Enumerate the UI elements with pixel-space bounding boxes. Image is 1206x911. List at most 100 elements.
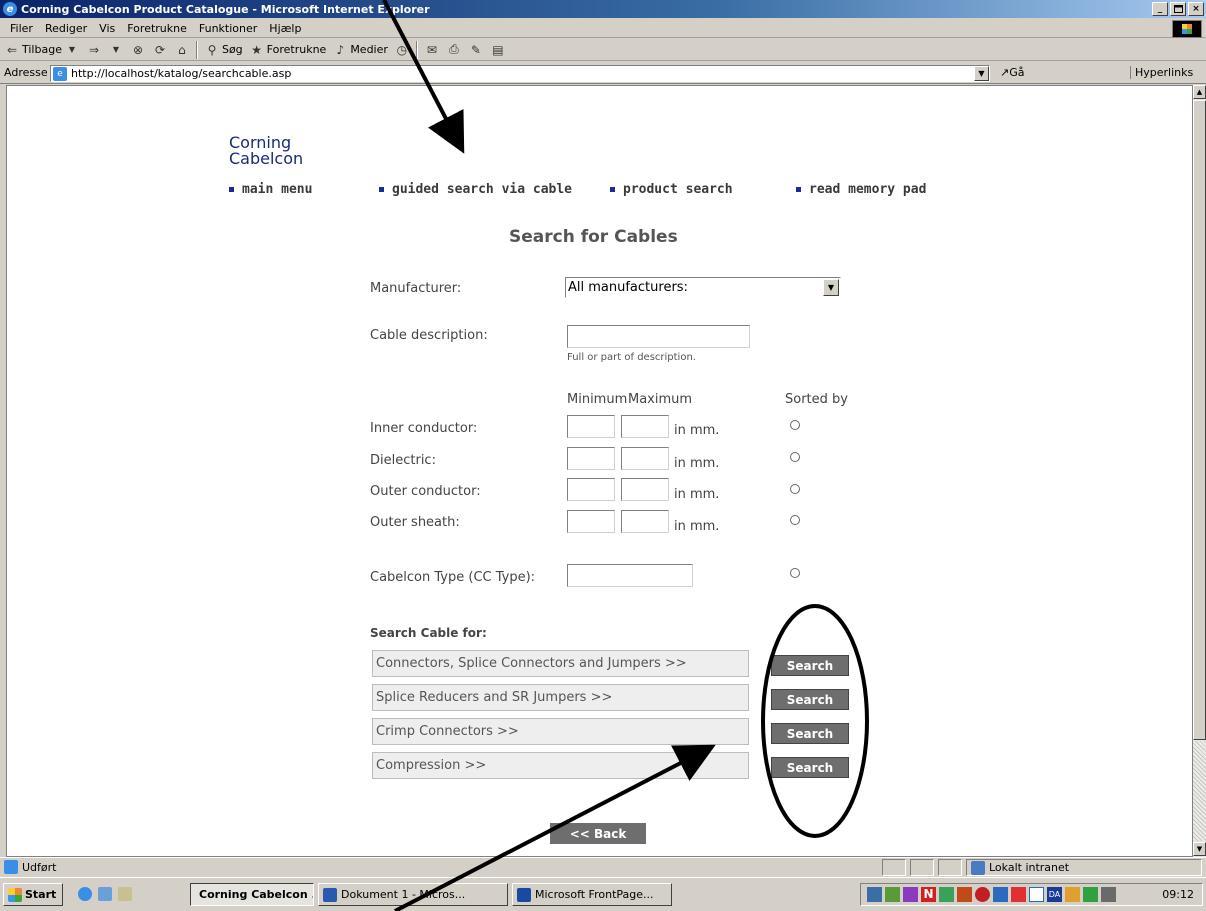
search-compression-button[interactable]: Search [771,757,849,778]
status-segment [938,859,962,876]
close-button[interactable]: × [1188,2,1204,16]
address-input[interactable]: e http://localhost/katalog/searchcable.a… [50,65,990,82]
scroll-down-icon[interactable]: ▼ [1193,842,1206,856]
search-row-splice-reducers[interactable]: Splice Reducers and SR Jumpers >> [372,684,749,711]
search-splice-reducers-button[interactable]: Search [771,689,849,710]
chevron-down-icon[interactable]: ▼ [823,279,839,296]
dielectric-max-input[interactable] [621,447,669,470]
tray-sync-icon[interactable] [1065,887,1080,902]
taskbar-clock[interactable]: 09:12 [1162,888,1194,901]
outer-sheath-unit: in mm. [674,519,720,534]
tray-app-icon[interactable] [903,887,918,902]
window-controls: _ × [1152,2,1204,16]
maximize-icon [1173,5,1183,13]
status-bar: Udført Lokalt intranet [0,857,1206,876]
stop-icon[interactable]: ⊗ [130,42,146,58]
search-row-compression[interactable]: Compression >> [372,752,749,779]
chevron-down-icon[interactable]: ▼ [108,42,124,58]
window-title-bar[interactable]: e Corning Cabelcon Product Catalogue - M… [0,0,1206,18]
minimize-button[interactable]: _ [1152,2,1168,16]
inner-conductor-sort-radio[interactable] [790,420,800,430]
nav-read-memory-pad[interactable]: read memory pad [796,182,926,197]
tray-antivirus-icon[interactable] [975,887,990,902]
address-url: http://localhost/katalog/searchcable.asp [71,67,292,80]
go-button[interactable]: ↗Gå [1000,66,1024,79]
dielectric-min-input[interactable] [567,447,615,470]
nav-guided-search[interactable]: guided search via cable [379,182,572,197]
menu-help[interactable]: Hjælp [263,22,307,35]
scroll-thumb[interactable] [1193,100,1206,740]
back-toolbar-button[interactable]: ⇐ Tilbage ▼ [4,42,80,58]
favorites-toolbar-button[interactable]: ★ Foretrukne [249,42,326,58]
cable-description-input[interactable] [567,325,750,348]
outer-conductor-min-input[interactable] [567,478,615,501]
tray-shield-icon[interactable] [1029,887,1044,902]
bullet-icon [379,187,384,192]
task-corning-cabelcon[interactable]: Corning Cabelcon ... [190,883,314,906]
inner-conductor-min-input[interactable] [567,415,615,438]
corning-cabelcon-logo[interactable]: Corning Cabelcon [229,135,303,167]
go-label: Gå [1009,66,1025,79]
menu-favorites[interactable]: Foretrukne [121,22,193,35]
scroll-up-icon[interactable]: ▲ [1193,85,1206,99]
forward-arrow-icon[interactable]: ⇒ [86,42,102,58]
back-button[interactable]: << Back [550,823,646,844]
menu-edit[interactable]: Rediger [39,22,93,35]
cc-type-sort-radio[interactable] [790,568,800,578]
home-icon[interactable]: ⌂ [174,42,190,58]
status-text: Udført [22,860,57,874]
tray-update-icon[interactable] [993,887,1008,902]
print-icon[interactable]: ⎙ [446,42,462,58]
tray-tool-icon[interactable] [885,887,900,902]
search-row-connectors[interactable]: Connectors, Splice Connectors and Jumper… [372,650,749,677]
nav-main-menu[interactable]: main menu [229,182,312,197]
tray-error-icon[interactable] [1011,887,1026,902]
tray-connection-icon[interactable] [1101,887,1116,902]
task-frontpage[interactable]: Microsoft FrontPage... [512,883,672,906]
manufacturer-select[interactable]: All manufacturers: ▼ [565,277,841,298]
media-toolbar-button[interactable]: ♪ Medier [332,42,387,58]
search-connectors-button[interactable]: Search [771,655,849,676]
cc-type-input[interactable] [567,564,693,587]
ie-quicklaunch-icon[interactable] [78,887,92,901]
menu-file[interactable]: Filer [4,22,39,35]
maximize-button[interactable] [1170,2,1186,16]
tray-monitor-icon[interactable] [1083,887,1098,902]
search-toolbar-button[interactable]: ⚲ Søg [204,42,243,58]
logo-line-2: Cabelcon [229,149,304,168]
discuss-icon[interactable]: ▤ [490,42,506,58]
mail-icon[interactable]: ✉ [424,42,440,58]
tray-language-icon[interactable]: DA [1047,887,1062,902]
scroll-track[interactable] [1193,741,1206,841]
back-toolbar-label: Tilbage [22,43,62,56]
tray-mail-icon[interactable] [939,887,954,902]
dielectric-sort-radio[interactable] [790,452,800,462]
menu-view[interactable]: Vis [93,22,121,35]
links-toolbar[interactable]: Hyperlinks [1130,66,1193,79]
search-crimp-connectors-button[interactable]: Search [771,723,849,744]
history-icon[interactable]: ◷ [394,42,410,58]
go-arrow-icon: ↗ [1000,66,1010,79]
outer-sheath-sort-radio[interactable] [790,515,800,525]
outer-conductor-sort-radio[interactable] [790,484,800,494]
tray-norton-icon[interactable]: N [921,887,936,902]
chevron-down-icon[interactable]: ▼ [974,66,989,81]
start-button[interactable]: Start [3,883,63,906]
window-title: Corning Cabelcon Product Catalogue - Mic… [21,2,430,16]
outer-sheath-max-input[interactable] [621,510,669,533]
outlook-quicklaunch-icon[interactable] [98,887,112,901]
vertical-scrollbar[interactable]: ▲ ▼ [1193,85,1206,857]
nav-product-search[interactable]: product search [610,182,733,197]
search-row-crimp-connectors[interactable]: Crimp Connectors >> [372,718,749,745]
menu-tools[interactable]: Funktioner [193,22,263,35]
tray-volume-icon[interactable] [957,887,972,902]
page-done-icon [4,860,18,874]
task-word-document[interactable]: Dokument 1 - Micros... [318,883,508,906]
edit-icon[interactable]: ✎ [468,42,484,58]
tray-network-icon[interactable] [867,887,882,902]
inner-conductor-max-input[interactable] [621,415,669,438]
refresh-icon[interactable]: ⟳ [152,42,168,58]
outer-conductor-max-input[interactable] [621,478,669,501]
outer-sheath-min-input[interactable] [567,510,615,533]
desktop-quicklaunch-icon[interactable] [118,887,132,901]
